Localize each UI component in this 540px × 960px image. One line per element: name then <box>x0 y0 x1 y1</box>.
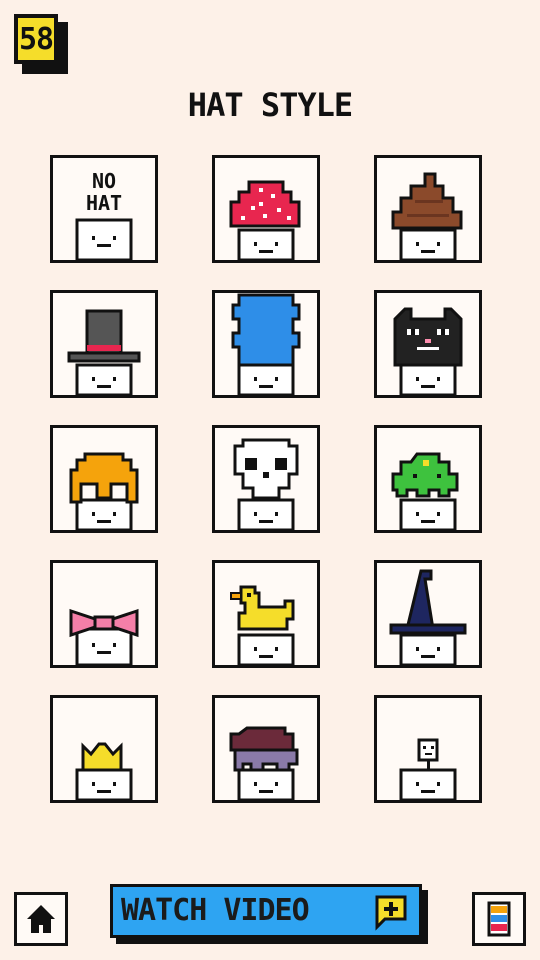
hat-tile-wizard-hat[interactable] <box>374 560 482 668</box>
pink-bow-hat-icon <box>69 608 139 665</box>
coin-count: 58 <box>18 21 54 57</box>
plus-bubble-icon <box>375 895 407 931</box>
hat-tile-top-hat[interactable] <box>50 290 158 398</box>
watch-video-face: WATCH VIDEO <box>110 884 422 938</box>
crown-hat-icon <box>75 742 133 800</box>
hat-tile-mini-box[interactable] <box>374 695 482 803</box>
mushroom-hat-icon <box>229 180 301 260</box>
green-slime-hat-icon <box>391 452 459 530</box>
mini-box-hat-icon <box>399 738 457 800</box>
hat-tile-pink-bow[interactable] <box>50 560 158 668</box>
face-icon <box>75 218 133 260</box>
hat-tile-black-cat[interactable] <box>374 290 482 398</box>
hat-tile-beanie[interactable] <box>212 695 320 803</box>
black-cat-hat-icon <box>393 307 463 395</box>
menu-button[interactable] <box>472 892 526 946</box>
top-hat-icon <box>67 309 141 395</box>
hat-tile-crown[interactable] <box>50 695 158 803</box>
home-icon <box>27 905 55 933</box>
home-button[interactable] <box>14 892 68 946</box>
skull-hat-icon <box>233 438 299 530</box>
hat-tile-yellow-duck[interactable] <box>212 560 320 668</box>
hat-tile-poop[interactable] <box>374 155 482 263</box>
watch-video-button[interactable]: WATCH VIDEO <box>110 884 428 944</box>
hat-tile-mushroom[interactable] <box>212 155 320 263</box>
poop-hat-icon <box>391 172 463 260</box>
watch-video-label: WATCH VIDEO <box>121 893 310 928</box>
orange-hair-hat-icon <box>69 452 139 530</box>
hat-tile-blue-tube[interactable] <box>212 290 320 398</box>
page-title: HAT STYLE <box>187 86 353 124</box>
hat-tile-no-hat[interactable]: NO HAT <box>50 155 158 263</box>
wizard-hat-icon <box>389 569 467 665</box>
blue-tube-hat-icon <box>231 293 301 395</box>
coin-counter: 58 <box>14 14 68 76</box>
hat-tile-skull[interactable] <box>212 425 320 533</box>
yellow-duck-hat-icon <box>230 585 295 665</box>
menu-icon <box>487 901 511 937</box>
hat-tile-orange-hair[interactable] <box>50 425 158 533</box>
beanie-hat-icon <box>229 726 299 800</box>
hat-tile-green-slime[interactable] <box>374 425 482 533</box>
